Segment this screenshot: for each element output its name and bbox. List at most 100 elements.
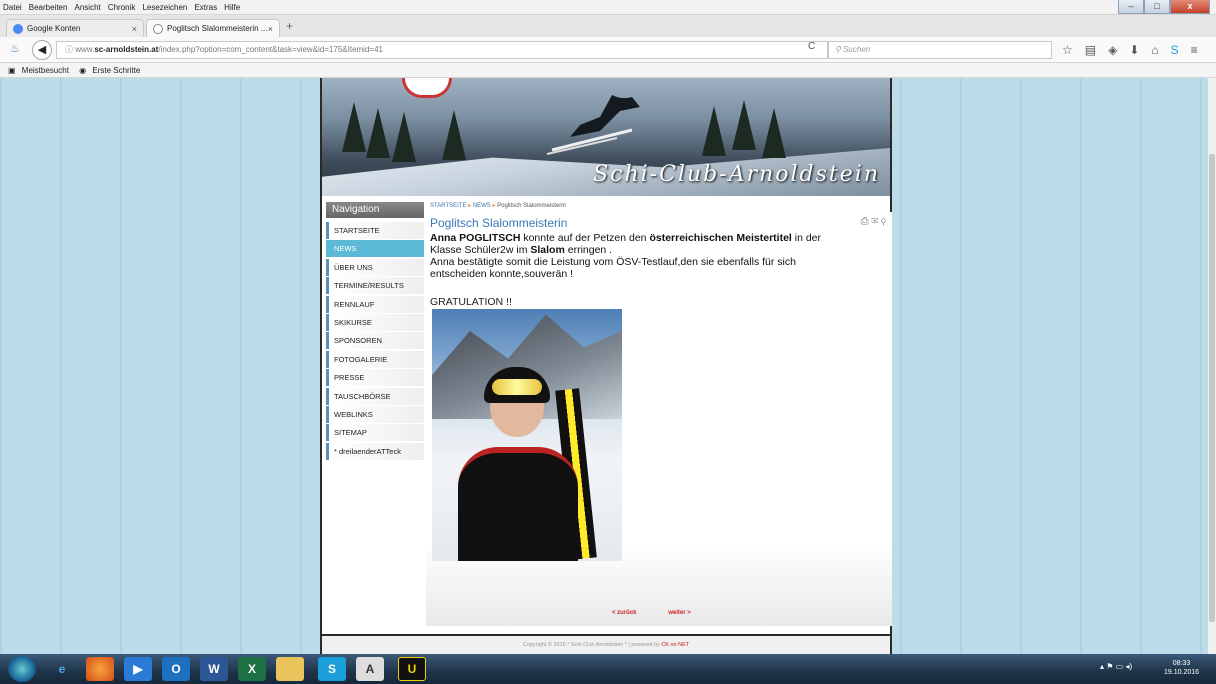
- club-logo: [402, 78, 452, 98]
- search-placeholder: Suchen: [843, 45, 871, 54]
- sidebar-item-weblinks[interactable]: WEBLINKS: [326, 405, 424, 423]
- word-icon[interactable]: W: [200, 657, 228, 681]
- outlook-icon[interactable]: O: [162, 657, 190, 681]
- sidebar-item-ueber-uns[interactable]: ÜBER UNS: [326, 258, 424, 276]
- breadcrumb-startseite[interactable]: STARTSEITE: [430, 203, 466, 209]
- excel-icon[interactable]: X: [238, 657, 266, 681]
- info-icon: ⓘ: [65, 45, 76, 54]
- sidebar-item-tauschboerse[interactable]: TAUSCHBÖRSE: [326, 387, 424, 405]
- flag-icon[interactable]: ⚑: [1106, 662, 1115, 671]
- maximize-button[interactable]: □: [1144, 0, 1170, 14]
- tab-label: Poglitsch Slalommeisterin ...: [167, 24, 268, 33]
- menu-extras[interactable]: Extras: [194, 3, 217, 12]
- banner-title: Schi-Club-Arnoldstein: [593, 162, 880, 187]
- tab-poglitsch[interactable]: Poglitsch Slalommeisterin ... ×: [146, 19, 280, 37]
- jacket-shape: [458, 447, 578, 561]
- footer-link[interactable]: CK on NET: [661, 642, 689, 648]
- breadcrumb: STARTSEITE ▸ NEWS ▸ Poglitsch Slalommeis…: [430, 202, 566, 209]
- ie-icon[interactable]: e: [48, 657, 76, 681]
- breadcrumb-news[interactable]: NEWS: [473, 203, 491, 209]
- sidebar-item-startseite[interactable]: STARTSEITE: [326, 222, 424, 239]
- tree-shape: [762, 108, 786, 158]
- bookmark-list-icon[interactable]: ▤: [1085, 43, 1096, 57]
- bookmark-meistbesucht[interactable]: ▣ Meistbesucht: [4, 66, 69, 75]
- menu-icon[interactable]: ≡: [1191, 43, 1198, 57]
- sidebar-item-skikurse[interactable]: SKIKURSE: [326, 313, 424, 331]
- acrobat-icon[interactable]: A: [356, 657, 384, 681]
- url-path: /index.php?option=com_content&task=view&…: [158, 45, 383, 54]
- download-icon[interactable]: ⬇: [1129, 43, 1139, 57]
- sidebar-item-sponsoren[interactable]: SPONSOREN: [326, 332, 424, 350]
- media-player-icon[interactable]: ▶: [124, 657, 152, 681]
- start-button[interactable]: [8, 656, 36, 682]
- window-controls: – □ x: [1118, 0, 1210, 14]
- sidebar-item-news[interactable]: NEWS: [326, 240, 424, 258]
- back-arrow-icon: ◀: [37, 44, 47, 56]
- header-banner: Schi-Club-Arnoldstein: [322, 78, 890, 196]
- menu-hilfe[interactable]: Hilfe: [224, 3, 240, 12]
- u-app-icon[interactable]: U: [398, 657, 426, 681]
- url-bar[interactable]: ⓘ www.sc-arnoldstein.at/index.php?option…: [56, 41, 828, 59]
- athlete-name: Anna POGLITSCH: [430, 232, 521, 244]
- article-tool-icons[interactable]: ⎙ ✉ ⚲: [861, 216, 886, 227]
- home-icon[interactable]: ⌂: [1151, 43, 1158, 57]
- clock[interactable]: 08:33 19.10.2016: [1164, 659, 1199, 677]
- skype-icon[interactable]: S: [1171, 43, 1179, 57]
- volume-icon[interactable]: ◂): [1125, 662, 1132, 671]
- url-host: sc-arnoldstein.at: [94, 45, 159, 54]
- tab-google-konten[interactable]: Google Konten ×: [6, 19, 144, 37]
- sidebar-item-dreilaender[interactable]: * dreilaenderATTeck: [326, 442, 424, 460]
- system-tray: ▴ ⚑ ▭ ◂): [1100, 662, 1132, 671]
- star-icon[interactable]: ☆: [1062, 43, 1073, 57]
- footer-copyright: Copyright © 2016 * Schi Club Arnoldstein…: [522, 642, 662, 648]
- tab-bar: Google Konten × Poglitsch Slalommeisteri…: [0, 15, 1216, 37]
- firefox-hello-icon[interactable]: ♨: [10, 42, 20, 55]
- explorer-icon[interactable]: [276, 657, 304, 681]
- scrollbar-thumb[interactable]: [1209, 154, 1215, 622]
- pocket-icon[interactable]: ◈: [1108, 43, 1117, 57]
- sidebar-item-rennlauf[interactable]: RENNLAUF: [326, 295, 424, 313]
- sidebar-item-termine-results[interactable]: TERMINE/RESULTS: [326, 277, 424, 295]
- page-viewport: Schi-Club-Arnoldstein Navigation STARTSE…: [0, 78, 1208, 654]
- search-input[interactable]: ⚲ Suchen: [828, 41, 1052, 59]
- article-emphasis: österreichischen Meistertitel: [649, 232, 792, 244]
- snowflake-icon: [153, 23, 163, 34]
- bookmark-erste-schritte[interactable]: ◉ Erste Schritte: [75, 66, 140, 75]
- navigation-heading: Navigation: [326, 202, 424, 218]
- menu-datei[interactable]: Datei: [3, 3, 22, 12]
- goggle-shape: [492, 379, 542, 395]
- tree-shape: [732, 100, 756, 150]
- article-text: konnte auf der Petzen den: [520, 232, 650, 244]
- article-content: Poglitsch Slalommeisterin ⎙ ✉ ⚲ Anna POG…: [426, 212, 892, 626]
- search-icon: ⚲: [835, 45, 844, 54]
- menu-chronik[interactable]: Chronik: [108, 3, 136, 12]
- firefox-taskbar-icon[interactable]: [86, 657, 114, 681]
- reload-icon[interactable]: C: [808, 41, 815, 52]
- menubar: Datei Bearbeiten Ansicht Chronik Lesezei…: [0, 0, 1216, 15]
- skype-taskbar-icon[interactable]: S: [318, 657, 346, 681]
- tab-close-icon[interactable]: ×: [132, 24, 137, 34]
- network-icon[interactable]: ▭: [1116, 662, 1126, 671]
- new-tab-button[interactable]: +: [286, 19, 293, 33]
- menu-ansicht[interactable]: Ansicht: [75, 3, 101, 12]
- next-link[interactable]: weiter >: [668, 610, 691, 616]
- tree-shape: [392, 112, 416, 162]
- sidebar-item-fotogalerie[interactable]: FOTOGALERIE: [326, 350, 424, 368]
- navigation-bar: ♨ ◀ ⓘ www.sc-arnoldstein.at/index.php?op…: [0, 37, 1216, 63]
- article-text: Anna bestätigte somit die Leistung vom Ö…: [430, 256, 796, 280]
- back-button[interactable]: ◀: [32, 40, 52, 60]
- sidebar-item-sitemap[interactable]: SITEMAP: [326, 424, 424, 442]
- skier-silhouette: [546, 95, 640, 155]
- prev-link[interactable]: < zurück: [612, 610, 637, 616]
- url-prefix: www.: [75, 45, 95, 54]
- sidebar-item-presse[interactable]: PRESSE: [326, 369, 424, 387]
- minimize-button[interactable]: –: [1118, 0, 1144, 14]
- menu-bearbeiten[interactable]: Bearbeiten: [29, 3, 68, 12]
- tab-close-icon[interactable]: ×: [268, 24, 273, 34]
- google-icon: [13, 23, 23, 34]
- close-window-button[interactable]: x: [1170, 0, 1210, 14]
- article-text: erringen .: [564, 244, 613, 256]
- tree-shape: [702, 106, 726, 156]
- menu-lesezeichen[interactable]: Lesezeichen: [142, 3, 187, 12]
- folder-icon: ▣: [8, 66, 18, 75]
